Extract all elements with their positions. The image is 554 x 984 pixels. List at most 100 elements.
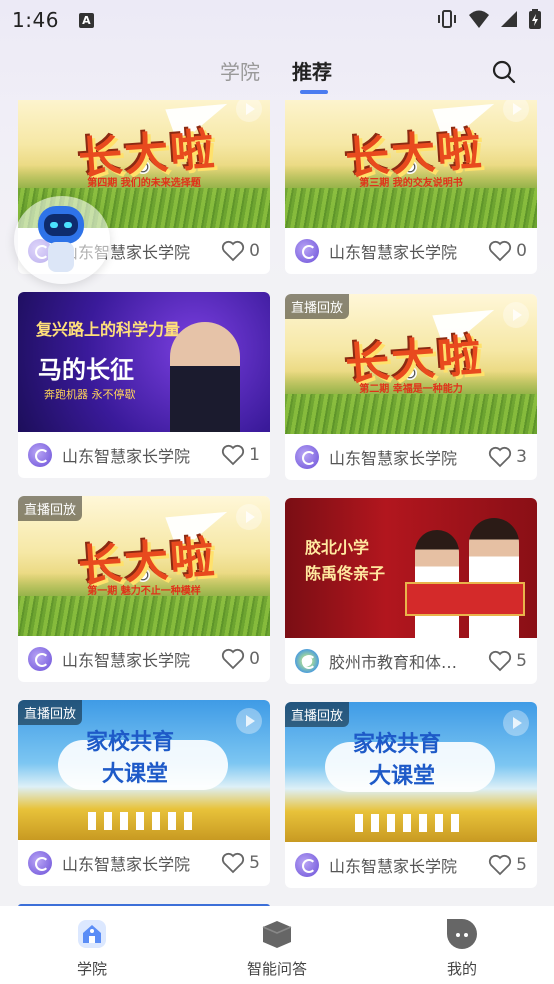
video-thumbnail[interactable]: 家校共育 大课堂 直播回放 — [285, 702, 537, 842]
org-name: 山东智慧家长学院 — [62, 855, 191, 874]
wifi-icon — [469, 10, 489, 28]
status-bar: 1:46 A — [0, 0, 554, 40]
like-button[interactable]: 5 — [488, 650, 527, 672]
heart-icon — [222, 852, 245, 874]
like-count: 0 — [249, 241, 260, 261]
play-icon — [236, 504, 262, 530]
status-icons — [436, 8, 542, 30]
heart-icon — [489, 240, 512, 262]
video-thumbnail[interactable]: 胶北小学 陈禹佟亲子 — [285, 498, 537, 638]
video-thumbnail[interactable]: 长大啦 第三期 我的交友说明书 — [285, 100, 537, 228]
replay-badge: 直播回放 — [18, 700, 83, 725]
children-silhouettes — [88, 812, 198, 830]
thumbnail-subtitle: 陈禹佟亲子 — [305, 564, 386, 583]
org-name: 山东智慧家长学院 — [62, 447, 191, 466]
video-card[interactable]: 长大啦 第一期 魅力不止一种模样 直播回放 山东智慧家长学院 0 — [18, 496, 270, 682]
org-name: 山东智慧家长学院 — [329, 857, 458, 876]
nav-item-mine[interactable]: 我的 — [402, 906, 522, 984]
thumbnail-title: 胶北小学 — [305, 538, 370, 557]
replay-badge: 直播回放 — [285, 702, 350, 727]
video-thumbnail[interactable]: 长大啦 第二期 幸福是一种能力 直播回放 — [285, 294, 537, 434]
thumbnail-subtitle: 大课堂 — [102, 761, 169, 787]
video-thumbnail[interactable]: 家校共育 大课堂 直播回放 — [18, 700, 270, 840]
heart-icon — [489, 650, 512, 672]
like-button[interactable]: 3 — [488, 446, 527, 468]
org-name: 山东智慧家长学院 — [329, 243, 458, 262]
heart-icon — [489, 446, 512, 468]
vibrate-icon — [438, 10, 456, 28]
heart-icon — [489, 854, 512, 876]
replay-badge: 直播回放 — [285, 294, 350, 319]
org-name: 胶州市教育和体… — [329, 653, 458, 672]
play-icon — [503, 710, 529, 736]
org-logo — [295, 853, 319, 877]
school-icon — [74, 916, 110, 952]
like-button[interactable]: 1 — [221, 444, 260, 466]
like-count: 5 — [516, 651, 527, 671]
nav-label: 智能问答 — [246, 960, 307, 978]
nav-item-qa[interactable]: 智能问答 — [217, 906, 337, 984]
robot-icon — [38, 206, 84, 244]
graduation-cap-icon — [259, 916, 295, 952]
search-button[interactable] — [490, 58, 518, 86]
play-icon — [236, 708, 262, 734]
like-count: 5 — [249, 853, 260, 873]
thumbnail-tagline: 奔跑机器 永不停歇 — [44, 388, 136, 401]
thumbnail-title: 家校共育 — [353, 731, 442, 757]
play-icon — [503, 302, 529, 328]
speaker-figure — [170, 322, 240, 432]
org-name: 山东智慧家长学院 — [62, 651, 191, 670]
video-card[interactable]: 胶北小学 陈禹佟亲子 胶州市教育和体… 5 — [285, 498, 537, 684]
thumbnail-subtitle: 第三期 我的交友说明书 — [359, 178, 463, 189]
search-icon — [492, 60, 516, 84]
like-count: 3 — [516, 447, 527, 467]
video-card[interactable]: 家校共育 大课堂 直播回放 山东智慧家长学院 5 — [285, 702, 537, 888]
org-logo — [28, 851, 52, 875]
thumbnail-subtitle: 马的长征 — [38, 355, 134, 384]
like-count: 0 — [249, 649, 260, 669]
org-logo — [295, 239, 319, 263]
video-card[interactable]: 长大啦 第二期 幸福是一种能力 直播回放 山东智慧家长学院 3 — [285, 294, 537, 480]
org-logo — [28, 443, 52, 467]
video-card[interactable]: 复兴路上的科学力量 马的长征 奔跑机器 永不停歇 山东智慧家长学院 1 — [18, 292, 270, 478]
like-button[interactable]: 0 — [221, 240, 260, 262]
thumbnail-subtitle: 第二期 幸福是一种能力 — [359, 384, 463, 395]
profile-face-icon — [444, 916, 480, 952]
like-button[interactable]: 5 — [221, 852, 260, 874]
ai-assistant-button[interactable] — [14, 196, 110, 284]
thumbnail-subtitle: 第四期 我们的未来选择题 — [87, 178, 201, 189]
video-card[interactable]: 家校共育 大课堂 直播回放 山东智慧家长学院 5 — [18, 700, 270, 886]
tab-xueyuan[interactable]: 学院 — [220, 56, 260, 85]
nav-item-xueyuan[interactable]: 学院 — [32, 906, 152, 984]
notification-icon: A — [78, 12, 94, 28]
like-count: 5 — [516, 855, 527, 875]
video-thumbnail[interactable]: 长大啦 第一期 魅力不止一种模样 直播回放 — [18, 496, 270, 636]
parent-figure — [469, 518, 519, 638]
signal-icon — [501, 11, 517, 27]
thumbnail-subtitle: 第一期 魅力不止一种模样 — [87, 586, 201, 597]
bottom-nav: 学院 智能问答 我的 — [0, 906, 554, 984]
org-logo — [295, 445, 319, 469]
like-count: 0 — [516, 241, 527, 261]
video-thumbnail[interactable]: 复兴路上的科学力量 马的长征 奔跑机器 永不停歇 — [18, 292, 270, 432]
battery-icon — [529, 9, 541, 29]
video-card[interactable]: 长大啦 第三期 我的交友说明书 山东智慧家长学院 0 — [285, 100, 537, 274]
thumbnail-title: 复兴路上的科学力量 — [36, 320, 181, 339]
replay-badge: 直播回放 — [18, 496, 83, 521]
like-button[interactable]: 0 — [221, 648, 260, 670]
heart-icon — [222, 648, 245, 670]
org-logo — [295, 649, 319, 673]
nav-label: 学院 — [76, 960, 107, 978]
tab-tuijian[interactable]: 推荐 — [292, 56, 332, 85]
heart-icon — [222, 240, 245, 262]
status-time: 1:46 — [12, 8, 59, 32]
red-book — [405, 582, 525, 616]
thumbnail-subtitle: 大课堂 — [369, 763, 436, 789]
org-logo — [28, 647, 52, 671]
like-button[interactable]: 5 — [488, 854, 527, 876]
org-name: 山东智慧家长学院 — [329, 449, 458, 468]
nav-label: 我的 — [446, 960, 477, 978]
children-silhouettes — [355, 814, 465, 832]
like-button[interactable]: 0 — [488, 240, 527, 262]
heart-icon — [222, 444, 245, 466]
